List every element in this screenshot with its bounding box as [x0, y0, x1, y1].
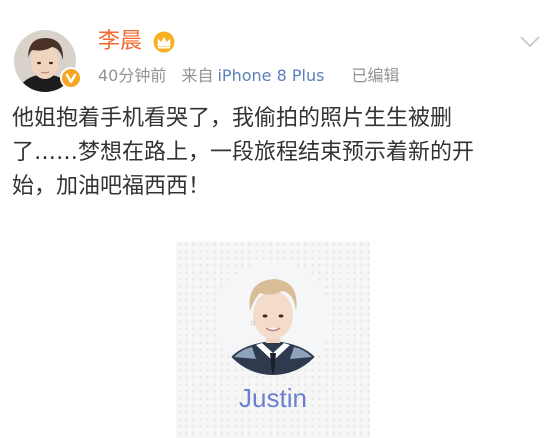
source-prefix: 来自	[181, 66, 214, 85]
post-text-line: 他姐抱着手机看哭了，我偷拍的照片生生被删	[12, 106, 453, 131]
post-text-line: 始，加油吧福西西！	[12, 174, 211, 199]
post-meta: 40分钟前 来自 iPhone 8 Plus 已编辑	[98, 64, 410, 88]
post-time[interactable]: 40分钟前	[98, 66, 166, 85]
post-text-line: 了……梦想在路上，一段旅程结束预示着新的开	[12, 140, 475, 165]
source-device-link[interactable]: iPhone 8 Plus	[217, 66, 324, 85]
post-text: 他姐抱着手机看哭了，我偷拍的照片生生被删 了……梦想在路上，一段旅程结束预示着新…	[12, 102, 550, 204]
verified-v-badge-icon	[60, 67, 82, 89]
weibo-post: 李晨 40分钟前 来自 iPhone 8 Plus 已编辑 他姐抱着手机看哭了，我…	[0, 0, 558, 438]
username[interactable]: 李晨	[98, 28, 142, 56]
justin-portrait-icon	[216, 261, 330, 375]
crown-icon	[152, 31, 176, 53]
card-name: Justin	[239, 383, 307, 413]
chevron-down-icon[interactable]	[518, 34, 542, 50]
edited-label: 已编辑	[351, 66, 400, 85]
post-image[interactable]: Justin	[176, 241, 370, 438]
